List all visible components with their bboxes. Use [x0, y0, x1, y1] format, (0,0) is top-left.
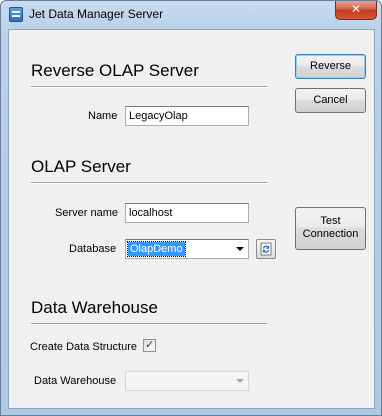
chevron-down-icon — [236, 379, 244, 383]
reverse-olap-header: Reverse OLAP Server — [31, 61, 199, 80]
reverse-olap-divider — [31, 86, 267, 88]
olap-server-divider — [31, 182, 267, 184]
dialog-window: Jet Data Manager Server ✕ Reverse OLAP S… — [0, 0, 382, 416]
data-warehouse-label: Data Warehouse — [34, 375, 117, 387]
database-label: Database — [69, 243, 117, 255]
test-connection-label-line2: Connection — [302, 228, 359, 240]
refresh-databases-button[interactable] — [256, 239, 276, 259]
test-connection-button[interactable]: Test Connection — [295, 207, 366, 250]
window-title: Jet Data Manager Server — [29, 7, 164, 21]
test-connection-label-line1: Test — [320, 215, 341, 227]
data-warehouse-select[interactable] — [125, 371, 249, 391]
dialog-content: Reverse OLAP Server Name LegacyOlap OLAP… — [8, 29, 375, 409]
name-input[interactable]: LegacyOlap — [125, 106, 249, 126]
close-button[interactable]: ✕ — [335, 1, 377, 20]
chevron-down-icon — [236, 247, 244, 251]
checkmark-icon: ✓ — [145, 338, 155, 351]
title-bar[interactable]: Jet Data Manager Server ✕ — [1, 1, 381, 28]
reverse-button[interactable]: Reverse — [295, 54, 366, 79]
create-data-structure-label: Create Data Structure — [30, 341, 137, 353]
olap-server-header: OLAP Server — [31, 157, 131, 176]
data-warehouse-divider — [31, 323, 267, 325]
database-select[interactable]: OlapDemo — [125, 239, 249, 259]
server-name-input[interactable]: localhost — [125, 203, 249, 223]
name-label: Name — [88, 110, 118, 122]
server-name-label: Server name — [55, 207, 118, 219]
data-warehouse-header: Data Warehouse — [31, 298, 158, 317]
database-server-icon — [9, 7, 23, 22]
cancel-button[interactable]: Cancel — [295, 88, 366, 113]
database-selected-value: OlapDemo — [127, 241, 186, 257]
create-data-structure-checkbox[interactable]: ✓ — [143, 338, 156, 352]
close-icon: ✕ — [350, 2, 362, 16]
refresh-icon — [260, 242, 272, 256]
